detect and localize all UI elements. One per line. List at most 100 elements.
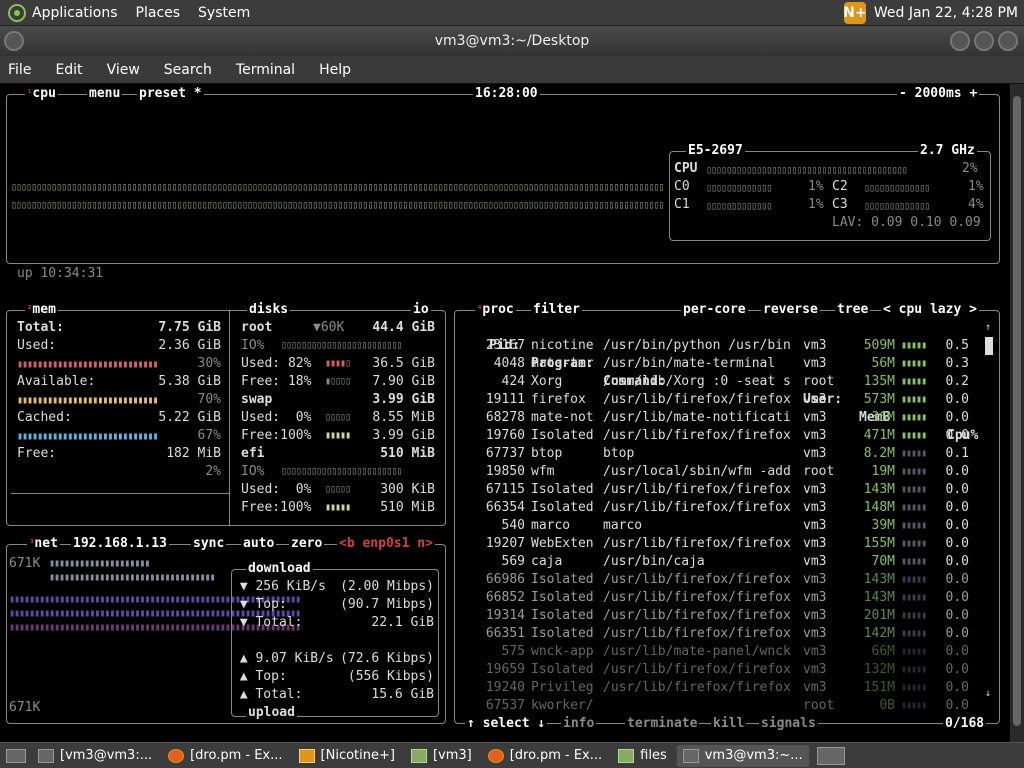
scroll-up-icon[interactable]: ↑ xyxy=(985,319,991,337)
proc-box-label[interactable]: ⁴proc xyxy=(475,301,516,319)
table-row[interactable]: 19659 Isolated/usr/lib/firefox/firefox vm3… xyxy=(455,661,995,679)
tree-toggle[interactable]: tree xyxy=(835,301,871,319)
terminal-area[interactable]: ¹cpu menu preset * 16:28:00 - 2000ms + ▯… xyxy=(0,84,1010,742)
kill-button[interactable]: kill xyxy=(711,715,747,733)
menu-search[interactable]: Search xyxy=(164,62,212,78)
cpu-box-label[interactable]: ¹cpu xyxy=(25,85,58,103)
proc-cpu-meter: ▮▮▮▮▮ xyxy=(901,592,927,603)
table-row[interactable]: 19850 wfm/usr/local/sbin/wfm -add root 19M 0… xyxy=(455,463,995,481)
task-firefox-1[interactable]: [dro.pm - Ex... xyxy=(162,745,288,767)
table-row[interactable]: 67737 btop btop vm3 8.2M 0.1 ▮▮▮▮▮ xyxy=(455,445,995,463)
table-row[interactable]: 66354 Isolated/usr/lib/firefox/firefox vm3… xyxy=(455,499,995,517)
proc-cpu-meter: ▮▮▮▮▮ xyxy=(901,502,927,513)
maximize-icon[interactable] xyxy=(974,31,994,51)
proc-cell-user: vm3 xyxy=(803,392,827,407)
menu-applications[interactable]: Applications xyxy=(32,5,118,21)
select-control[interactable]: ↑ select ↓ xyxy=(465,715,548,733)
table-row[interactable]: 23167 nicotine/usr/bin/python /usr/bin vm3… xyxy=(455,337,995,355)
nicotine-tray-icon[interactable]: N+ xyxy=(843,1,867,24)
table-row[interactable]: 19111 firefox/usr/lib/firefox/firefox vm3 5… xyxy=(455,391,995,409)
table-row[interactable]: 66986 Isolated/usr/lib/firefox/firefox vm3… xyxy=(455,571,995,589)
menu-edit[interactable]: Edit xyxy=(55,62,82,78)
mate-logo-icon[interactable] xyxy=(8,3,26,22)
proc-scroll-thumb[interactable] xyxy=(985,337,993,355)
proc-cell-pid: 19760 xyxy=(485,428,525,443)
proc-cell-prog: Isolated xyxy=(531,572,594,587)
terminal-scrollbar[interactable] xyxy=(1010,84,1024,742)
net-auto-toggle[interactable]: auto xyxy=(241,535,277,553)
mem-box-label[interactable]: ²mem xyxy=(25,301,58,319)
table-row[interactable]: 68278 mate-not/usr/lib/mate-notificati vm3… xyxy=(455,409,995,427)
table-row[interactable]: 4048 mate-ter/usr/bin/mate-terminal vm3 56M… xyxy=(455,355,995,373)
terminal-scroll-thumb[interactable] xyxy=(1013,96,1021,726)
proc-cell-cmd: /usr/lib/firefox/firefox xyxy=(603,572,791,587)
table-row[interactable]: 66852 Isolated/usr/lib/firefox/firefox vm3… xyxy=(455,589,995,607)
task-nicotine[interactable]: [Nicotine+] xyxy=(293,745,401,767)
table-row[interactable]: 19207 WebExten/usr/lib/firefox/firefox vm3… xyxy=(455,535,995,553)
proc-cell-pid: 424 xyxy=(501,374,525,389)
menu-label[interactable]: menu xyxy=(87,85,123,103)
proc-cell-pid: 67115 xyxy=(485,482,525,497)
per-core-toggle[interactable]: per-core xyxy=(681,301,748,319)
task-firefox-2[interactable]: [dro.pm - Ex... xyxy=(482,745,608,767)
window-menu-icon[interactable] xyxy=(4,31,24,51)
proc-cell-mem: 19M xyxy=(871,464,895,479)
proc-cpu-meter: ▮▮▮▮▮ xyxy=(901,466,927,477)
table-row[interactable]: 66351 Isolated/usr/lib/firefox/firefox vm3… xyxy=(455,625,995,643)
filter-label[interactable]: filter xyxy=(531,301,582,319)
refresh-rate[interactable]: - 2000ms + xyxy=(897,85,980,103)
menu-view[interactable]: View xyxy=(107,62,140,78)
show-desktop-icon[interactable] xyxy=(6,748,26,763)
menu-file[interactable]: File xyxy=(8,62,31,78)
proc-cell-cmd: /usr/lib/mate-notificati xyxy=(603,410,791,425)
proc-cell-mem: 142M xyxy=(863,626,895,641)
proc-cell-prog: kworker/ xyxy=(531,698,594,713)
download-total-arrow-icon: ▼ xyxy=(232,615,256,630)
proc-cpu-meter: ▮▮▮▮▮ xyxy=(901,448,927,459)
window-titlebar[interactable]: vm3@vm3:~/Desktop xyxy=(0,26,1024,56)
table-row[interactable]: 19314 Isolated/usr/lib/firefox/firefox vm3… xyxy=(455,607,995,625)
signals-button[interactable]: signals xyxy=(759,715,818,733)
proc-cell-cpu: 0.5 xyxy=(945,338,969,353)
proc-cell-cmd: /usr/lib/firefox/firefox xyxy=(603,608,791,623)
disks-box-label[interactable]: disks xyxy=(247,301,291,319)
task-terminal-1[interactable]: [vm3@vm3:... xyxy=(32,745,158,767)
task-vm3[interactable]: [vm3] xyxy=(405,745,478,767)
menu-help[interactable]: Help xyxy=(319,62,351,78)
menu-terminal[interactable]: Terminal xyxy=(236,62,295,78)
preset-label[interactable]: preset * xyxy=(137,85,204,103)
table-row[interactable]: 67115 Isolated/usr/lib/firefox/firefox vm3… xyxy=(455,481,995,499)
task-files[interactable]: files xyxy=(612,745,673,767)
net-box-label[interactable]: ³net xyxy=(27,535,60,553)
io-toggle[interactable]: io xyxy=(411,301,431,319)
table-row[interactable]: 569 caja/usr/bin/caja vm3 70M 0.0 ▮▮▮▮▮ xyxy=(455,553,995,571)
close-icon[interactable] xyxy=(998,31,1018,51)
terminate-button[interactable]: terminate xyxy=(625,715,700,733)
table-row[interactable]: 67537 kworker/root 0B 0.0 ▮▮▮▮▮ xyxy=(455,697,995,715)
minimize-icon[interactable] xyxy=(950,31,970,51)
proc-cell-user: vm3 xyxy=(803,590,827,605)
proc-scrollbar[interactable]: ↑ ↓ xyxy=(985,319,993,699)
table-row[interactable]: 540 marco marco vm3 39M 0.0 ▮▮▮▮▮ xyxy=(455,517,995,535)
net-interface-selector[interactable]: <b enp0s1 n> xyxy=(337,535,435,553)
table-row[interactable]: 575 wnck-app/usr/lib/mate-panel/wnck vm3 66… xyxy=(455,643,995,661)
menu-places[interactable]: Places xyxy=(136,5,181,21)
task-label: [vm3@vm3:... xyxy=(60,748,153,763)
net-sync-toggle[interactable]: sync xyxy=(191,535,227,553)
reverse-toggle[interactable]: reverse xyxy=(761,301,820,319)
table-row[interactable]: 424 Xorg/usr/lib/Xorg :0 -seat s root 135M 0… xyxy=(455,373,995,391)
sort-selector[interactable]: < cpu lazy > xyxy=(881,301,979,319)
upload-arrow-icon: ▲ xyxy=(232,651,256,666)
table-row[interactable]: 19240 Privileg/usr/lib/firefox/firefox vm3… xyxy=(455,679,995,697)
table-row[interactable]: 19760 Isolated/usr/lib/firefox/firefox vm3… xyxy=(455,427,995,445)
download-top-value: (90.7 Mibps) xyxy=(340,597,434,612)
clock[interactable]: Wed Jan 22, 4:28 PM xyxy=(874,5,1018,21)
workspace-switcher-icon[interactable] xyxy=(816,746,845,765)
info-button[interactable]: info xyxy=(561,715,597,733)
menu-system[interactable]: System xyxy=(198,5,250,21)
scroll-down-icon[interactable]: ↓ xyxy=(985,685,991,703)
mem-total-label: Total: xyxy=(17,320,64,335)
task-terminal-2[interactable]: vm3@vm3:~... xyxy=(676,744,809,767)
net-zero-toggle[interactable]: zero xyxy=(289,535,325,553)
proc-cell-mem: 70M xyxy=(871,554,895,569)
